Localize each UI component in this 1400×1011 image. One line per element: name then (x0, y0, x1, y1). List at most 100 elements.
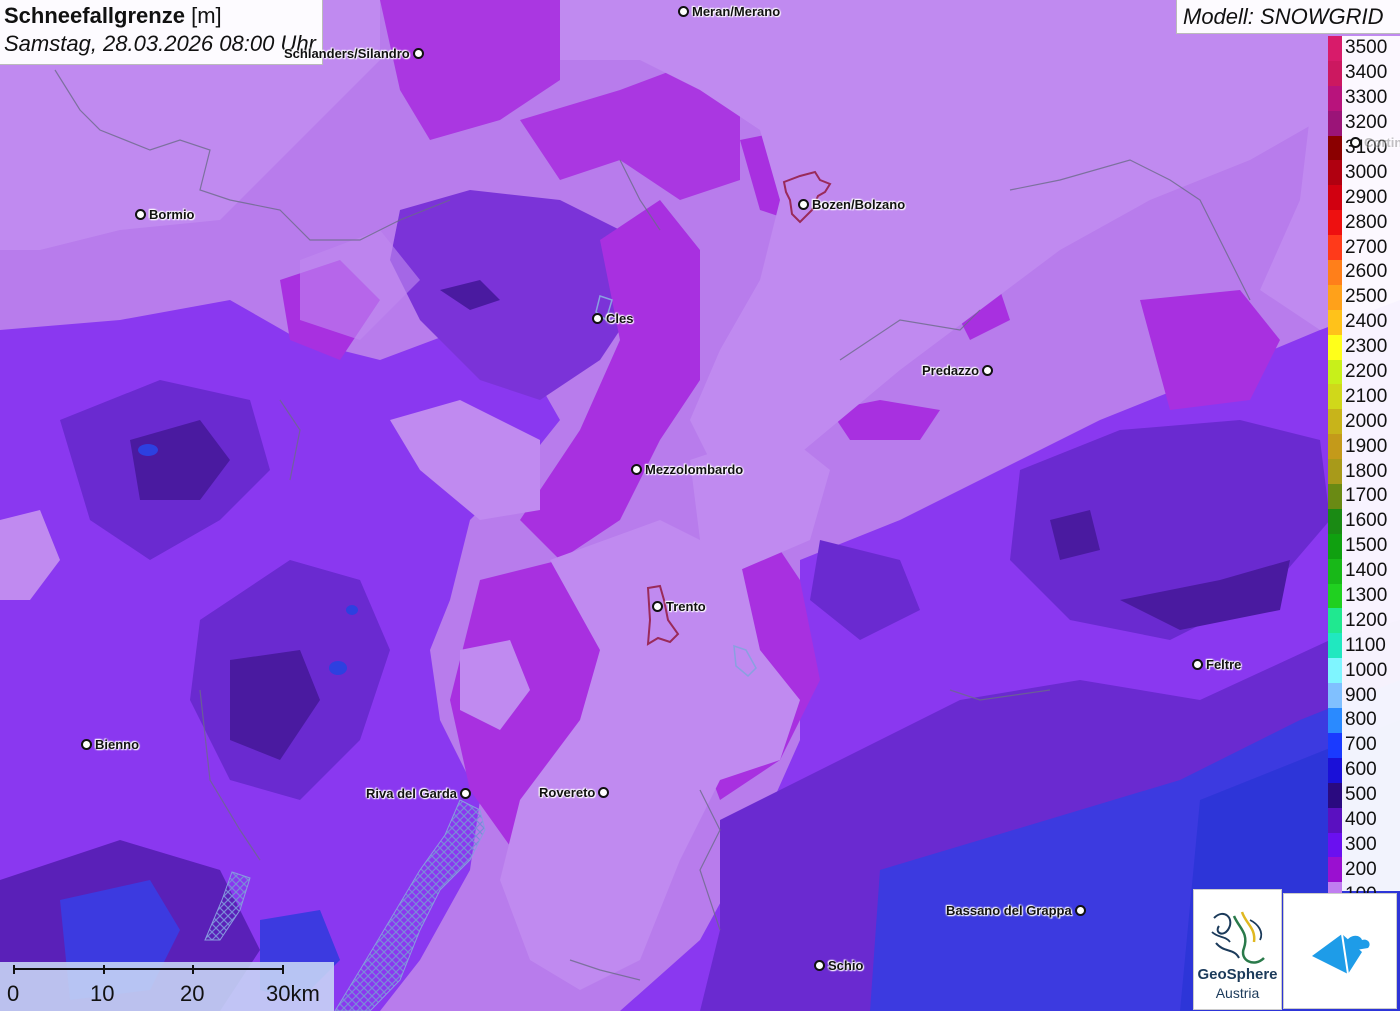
legend-item: 2900 (1328, 185, 1400, 211)
city-label: Bienno (95, 737, 140, 752)
city-dot-icon (135, 209, 146, 220)
scale-bar: 0 10 20 30km (0, 962, 334, 1011)
legend-swatch (1328, 732, 1342, 758)
city-dot-icon (631, 464, 642, 475)
legend-label: 2500 (1345, 286, 1388, 308)
legend-swatch (1328, 384, 1342, 410)
city-marker[interactable]: Mezzolombardo (631, 462, 746, 477)
legend-swatch (1328, 409, 1342, 435)
map-title: Schneefallgrenze (4, 3, 185, 28)
legend-label: 400 (1345, 809, 1377, 831)
snowline-map[interactable] (0, 0, 1400, 1011)
legend-label: 3300 (1345, 87, 1388, 109)
city-marker[interactable]: Rovereto (536, 785, 610, 800)
legend-swatch (1328, 85, 1342, 111)
legend-item: 300 (1328, 832, 1400, 858)
city-label: Feltre (1206, 657, 1242, 672)
legend-swatch (1328, 757, 1342, 783)
legend-label: 2300 (1345, 336, 1388, 358)
legend-swatch (1328, 284, 1342, 310)
city-marker[interactable]: Riva del Garda (363, 786, 472, 801)
legend-label: 700 (1345, 734, 1377, 756)
legend-item: 3000 (1328, 160, 1400, 186)
geosphere-subname: Austria (1215, 985, 1260, 1001)
city-dot-icon (798, 199, 809, 210)
legend-item: 900 (1328, 683, 1400, 709)
legend-item: 200 (1328, 857, 1400, 883)
city-dot-icon (814, 960, 825, 971)
legend-label: 3400 (1345, 62, 1388, 84)
city-dot-icon (678, 6, 689, 17)
legend-swatch (1328, 608, 1342, 634)
geosphere-logo[interactable]: GeoSphere Austria (1193, 889, 1282, 1010)
legend-swatch (1328, 683, 1342, 709)
legend-swatch (1328, 633, 1342, 659)
weather-app-logo[interactable] (1283, 893, 1397, 1009)
city-marker[interactable]: Trento (652, 599, 709, 614)
legend-label: 2700 (1345, 236, 1388, 258)
legend-swatch (1328, 260, 1342, 285)
legend-swatch (1328, 558, 1342, 584)
city-dot-icon (1192, 659, 1203, 670)
city-label: Trento (666, 599, 706, 614)
scale-label-20: 20 (180, 981, 205, 1006)
legend-label: 1400 (1345, 560, 1388, 582)
legend-item: 1400 (1328, 558, 1400, 584)
city-dot-icon (1074, 905, 1086, 916)
city-marker[interactable]: Bassano del Grappa (943, 903, 1086, 918)
title-box: Schneefallgrenze [m] Samstag, 28.03.2026… (0, 0, 323, 65)
legend-swatch (1328, 309, 1342, 335)
city-label: Predazzo (922, 363, 980, 378)
legend-item: 2300 (1328, 334, 1400, 360)
legend-swatch (1328, 334, 1342, 360)
legend-swatch (1328, 857, 1342, 883)
legend-swatch (1328, 484, 1342, 509)
legend-item: 1900 (1328, 434, 1400, 460)
city-label: Bormio (149, 207, 195, 222)
legend-label: 3500 (1345, 37, 1388, 59)
legend-label: 800 (1345, 709, 1377, 731)
city-marker[interactable]: Meran/Merano (678, 4, 783, 19)
legend-item: 1600 (1328, 508, 1400, 534)
color-legend: 3500 3400 3300 3200 3100 3000 2900 2800 2700 2600… (1328, 36, 1400, 908)
city-dot-icon (592, 313, 603, 324)
legend-item: 3300 (1328, 85, 1400, 111)
geosphere-name: GeoSphere (1197, 966, 1278, 983)
legend-label: 200 (1345, 858, 1377, 880)
legend-label: 1700 (1345, 485, 1388, 507)
city-marker[interactable]: Feltre (1192, 657, 1244, 672)
legend-item: 1500 (1328, 533, 1400, 559)
city-marker[interactable]: Schlanders/Silandro (281, 46, 424, 61)
legend-item: 1800 (1328, 459, 1400, 485)
legend-swatch (1328, 583, 1342, 609)
city-marker[interactable]: Cles (592, 311, 636, 326)
legend-label: 300 (1345, 833, 1377, 855)
city-dot-icon (460, 788, 472, 799)
legend-item: 2400 (1328, 309, 1400, 335)
city-marker[interactable]: Bozen/Bolzano (798, 197, 908, 212)
legend-label: 1200 (1345, 609, 1388, 631)
city-label: Riva del Garda (366, 786, 458, 801)
legend-label: 500 (1345, 784, 1377, 806)
city-marker[interactable]: Predazzo (919, 363, 994, 378)
legend-swatch (1328, 135, 1342, 161)
legend-item: 3400 (1328, 60, 1400, 86)
city-marker[interactable]: Cortina (1350, 135, 1400, 150)
legend-label: 2100 (1345, 385, 1388, 407)
city-label: Schlanders/Silandro (284, 46, 410, 61)
legend-label: 2400 (1345, 311, 1388, 333)
legend-label: 1000 (1345, 659, 1388, 681)
city-dot-icon (81, 739, 92, 750)
legend-label: 3200 (1345, 112, 1388, 134)
city-dot-icon (598, 787, 610, 798)
city-marker[interactable]: Bormio (135, 207, 198, 222)
city-marker[interactable]: Bienno (81, 737, 142, 752)
city-label: Cles (606, 311, 634, 326)
city-dot-icon (652, 601, 663, 612)
legend-label: 1300 (1345, 585, 1388, 607)
legend-swatch (1328, 110, 1342, 136)
legend-swatch (1328, 210, 1342, 236)
city-marker[interactable]: Schio (814, 958, 866, 973)
legend-label: 600 (1345, 759, 1377, 781)
city-label: Cortina (1364, 135, 1400, 150)
